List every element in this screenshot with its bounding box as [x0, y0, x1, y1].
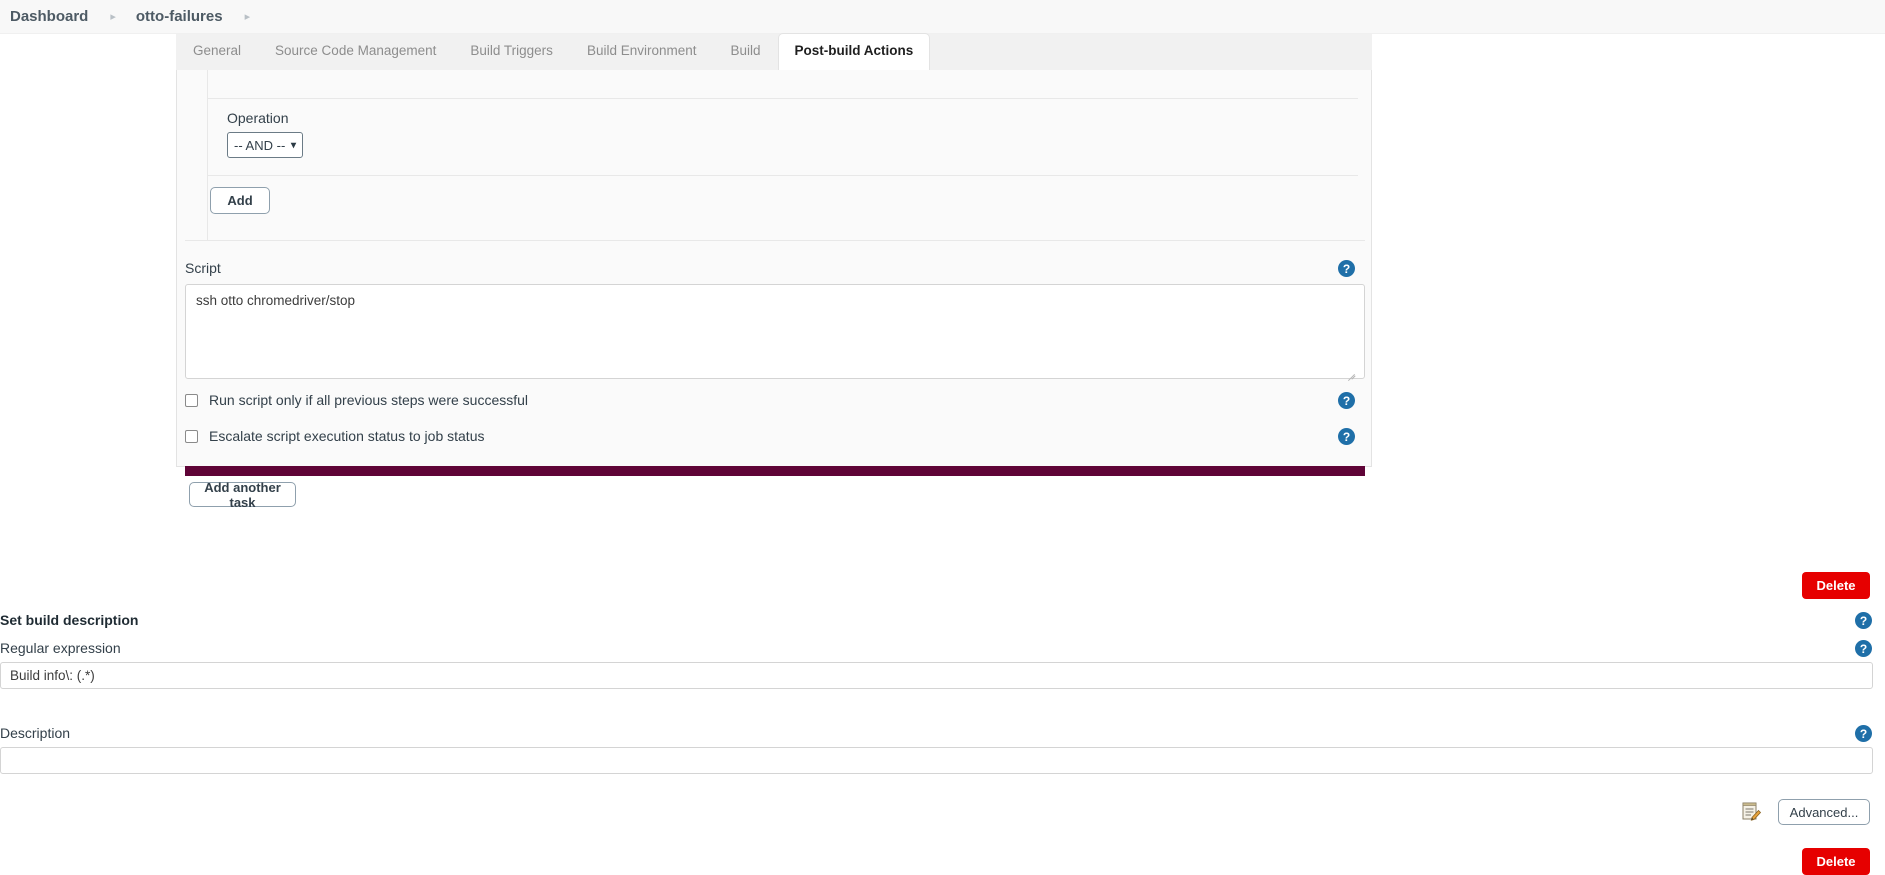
- operation-group: [208, 98, 1358, 176]
- checkbox-label-run-script-only-if-successful: Run script only if all previous steps we…: [209, 392, 529, 408]
- tab-build[interactable]: Build: [714, 33, 778, 70]
- config-tabbar: General Source Code Management Build Tri…: [176, 33, 1372, 71]
- breadcrumb-dropdown-icon[interactable]: ▸: [227, 10, 267, 23]
- breadcrumb-item-dashboard[interactable]: Dashboard: [6, 8, 92, 25]
- operation-select[interactable]: -- AND -- ▾: [227, 132, 303, 158]
- regular-expression-label: Regular expression: [0, 640, 121, 656]
- help-icon-run-script-only-if-successful[interactable]: ?: [1338, 392, 1355, 409]
- breadcrumb: Dashboard ▸ otto-failures ▸: [0, 0, 1885, 34]
- delete-post-build-action-button[interactable]: Delete: [1802, 572, 1870, 599]
- tab-source-code-management[interactable]: Source Code Management: [258, 33, 453, 70]
- help-icon-script[interactable]: ?: [1338, 260, 1355, 277]
- breadcrumb-separator-icon: ▸: [110, 11, 116, 23]
- description-label: Description: [0, 725, 71, 741]
- add-another-task-button[interactable]: Add another task: [189, 480, 296, 510]
- operation-select-value: -- AND --: [234, 137, 286, 153]
- task-accent-bar: [185, 466, 1365, 476]
- post-build-actions-panel: Operation -- AND -- ▾ Add Script ? Run s…: [176, 70, 1372, 510]
- checkbox-escalate-script-status[interactable]: [185, 429, 198, 443]
- breadcrumb-item-job[interactable]: otto-failures: [132, 8, 227, 25]
- regular-expression-input[interactable]: [0, 662, 1873, 689]
- help-icon-set-build-description[interactable]: ?: [1855, 612, 1872, 629]
- checkbox-row-escalate-script-status: Escalate script execution status to job …: [185, 428, 484, 444]
- advanced-button[interactable]: Advanced...: [1778, 799, 1870, 825]
- chevron-down-icon: ▾: [290, 139, 296, 151]
- description-input[interactable]: [0, 747, 1873, 774]
- script-textarea[interactable]: [185, 284, 1365, 379]
- operation-label: Operation: [227, 110, 289, 126]
- help-icon-description[interactable]: ?: [1855, 725, 1872, 742]
- tab-general[interactable]: General: [176, 33, 258, 70]
- set-build-description-title: Set build description: [0, 612, 139, 628]
- tab-build-triggers[interactable]: Build Triggers: [453, 33, 570, 70]
- checkbox-row-run-script-only-if-successful: Run script only if all previous steps we…: [185, 392, 528, 408]
- checkbox-label-escalate-script-status: Escalate script execution status to job …: [209, 428, 485, 444]
- tab-post-build-actions[interactable]: Post-build Actions: [777, 33, 931, 71]
- notepad-pencil-icon: [1740, 800, 1762, 822]
- script-label: Script: [185, 260, 221, 276]
- help-icon-regular-expression[interactable]: ?: [1855, 640, 1872, 657]
- add-condition-button[interactable]: Add: [210, 187, 270, 214]
- delete-set-build-description-button[interactable]: Delete: [1802, 848, 1870, 875]
- section-divider: [185, 240, 1365, 241]
- checkbox-run-script-only-if-successful[interactable]: [185, 393, 198, 407]
- tab-build-environment[interactable]: Build Environment: [570, 33, 714, 70]
- help-icon-escalate-script-status[interactable]: ?: [1338, 428, 1355, 445]
